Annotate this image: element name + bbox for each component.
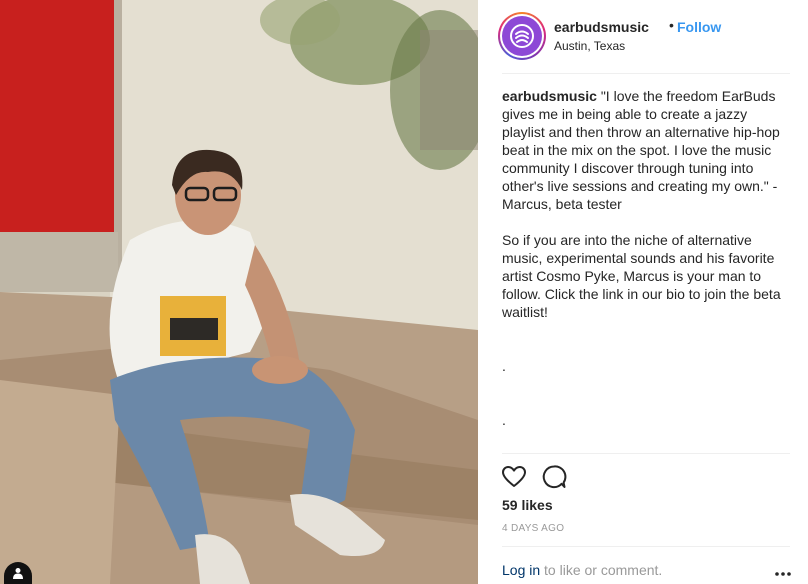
post-timestamp[interactable]: 4 DAYS AGO: [502, 523, 564, 534]
divider: [502, 73, 790, 74]
comment-prompt-text: to like or comment.: [540, 562, 663, 578]
comment-prompt: Log in to like or comment.: [502, 562, 662, 578]
login-link[interactable]: Log in: [502, 562, 540, 578]
post-side-panel: earbudsmusic • Follow Austin, Texas earb…: [478, 0, 808, 584]
avatar[interactable]: [498, 12, 546, 60]
caption-username-link[interactable]: earbudsmusic: [502, 88, 597, 104]
username-link[interactable]: earbudsmusic: [554, 19, 649, 35]
divider: [502, 546, 790, 547]
heart-icon[interactable]: [500, 463, 528, 491]
more-options-icon[interactable]: [774, 566, 792, 576]
caption-paragraph: So if you are into the niche of alternat…: [502, 232, 781, 320]
earbuds-logo-icon: [502, 16, 542, 56]
caption-bullet: .: [502, 412, 506, 428]
likes-count[interactable]: 59 likes: [502, 497, 553, 513]
location-link[interactable]: Austin, Texas: [554, 39, 625, 53]
post-photo[interactable]: [0, 0, 478, 584]
separator-dot: •: [669, 17, 674, 33]
caption-bullet: .: [502, 358, 506, 374]
comment-bubble-icon[interactable]: [540, 463, 568, 491]
follow-button[interactable]: Follow: [677, 19, 721, 35]
user-tag-icon[interactable]: [4, 562, 32, 584]
divider: [502, 453, 790, 454]
caption-quote: "I love the freedom EarBuds gives me in …: [502, 88, 780, 212]
post-caption: earbudsmusic "I love the freedom EarBuds…: [502, 87, 792, 429]
post-header: earbudsmusic • Follow Austin, Texas: [498, 12, 788, 60]
post-photo-image: [0, 0, 478, 584]
